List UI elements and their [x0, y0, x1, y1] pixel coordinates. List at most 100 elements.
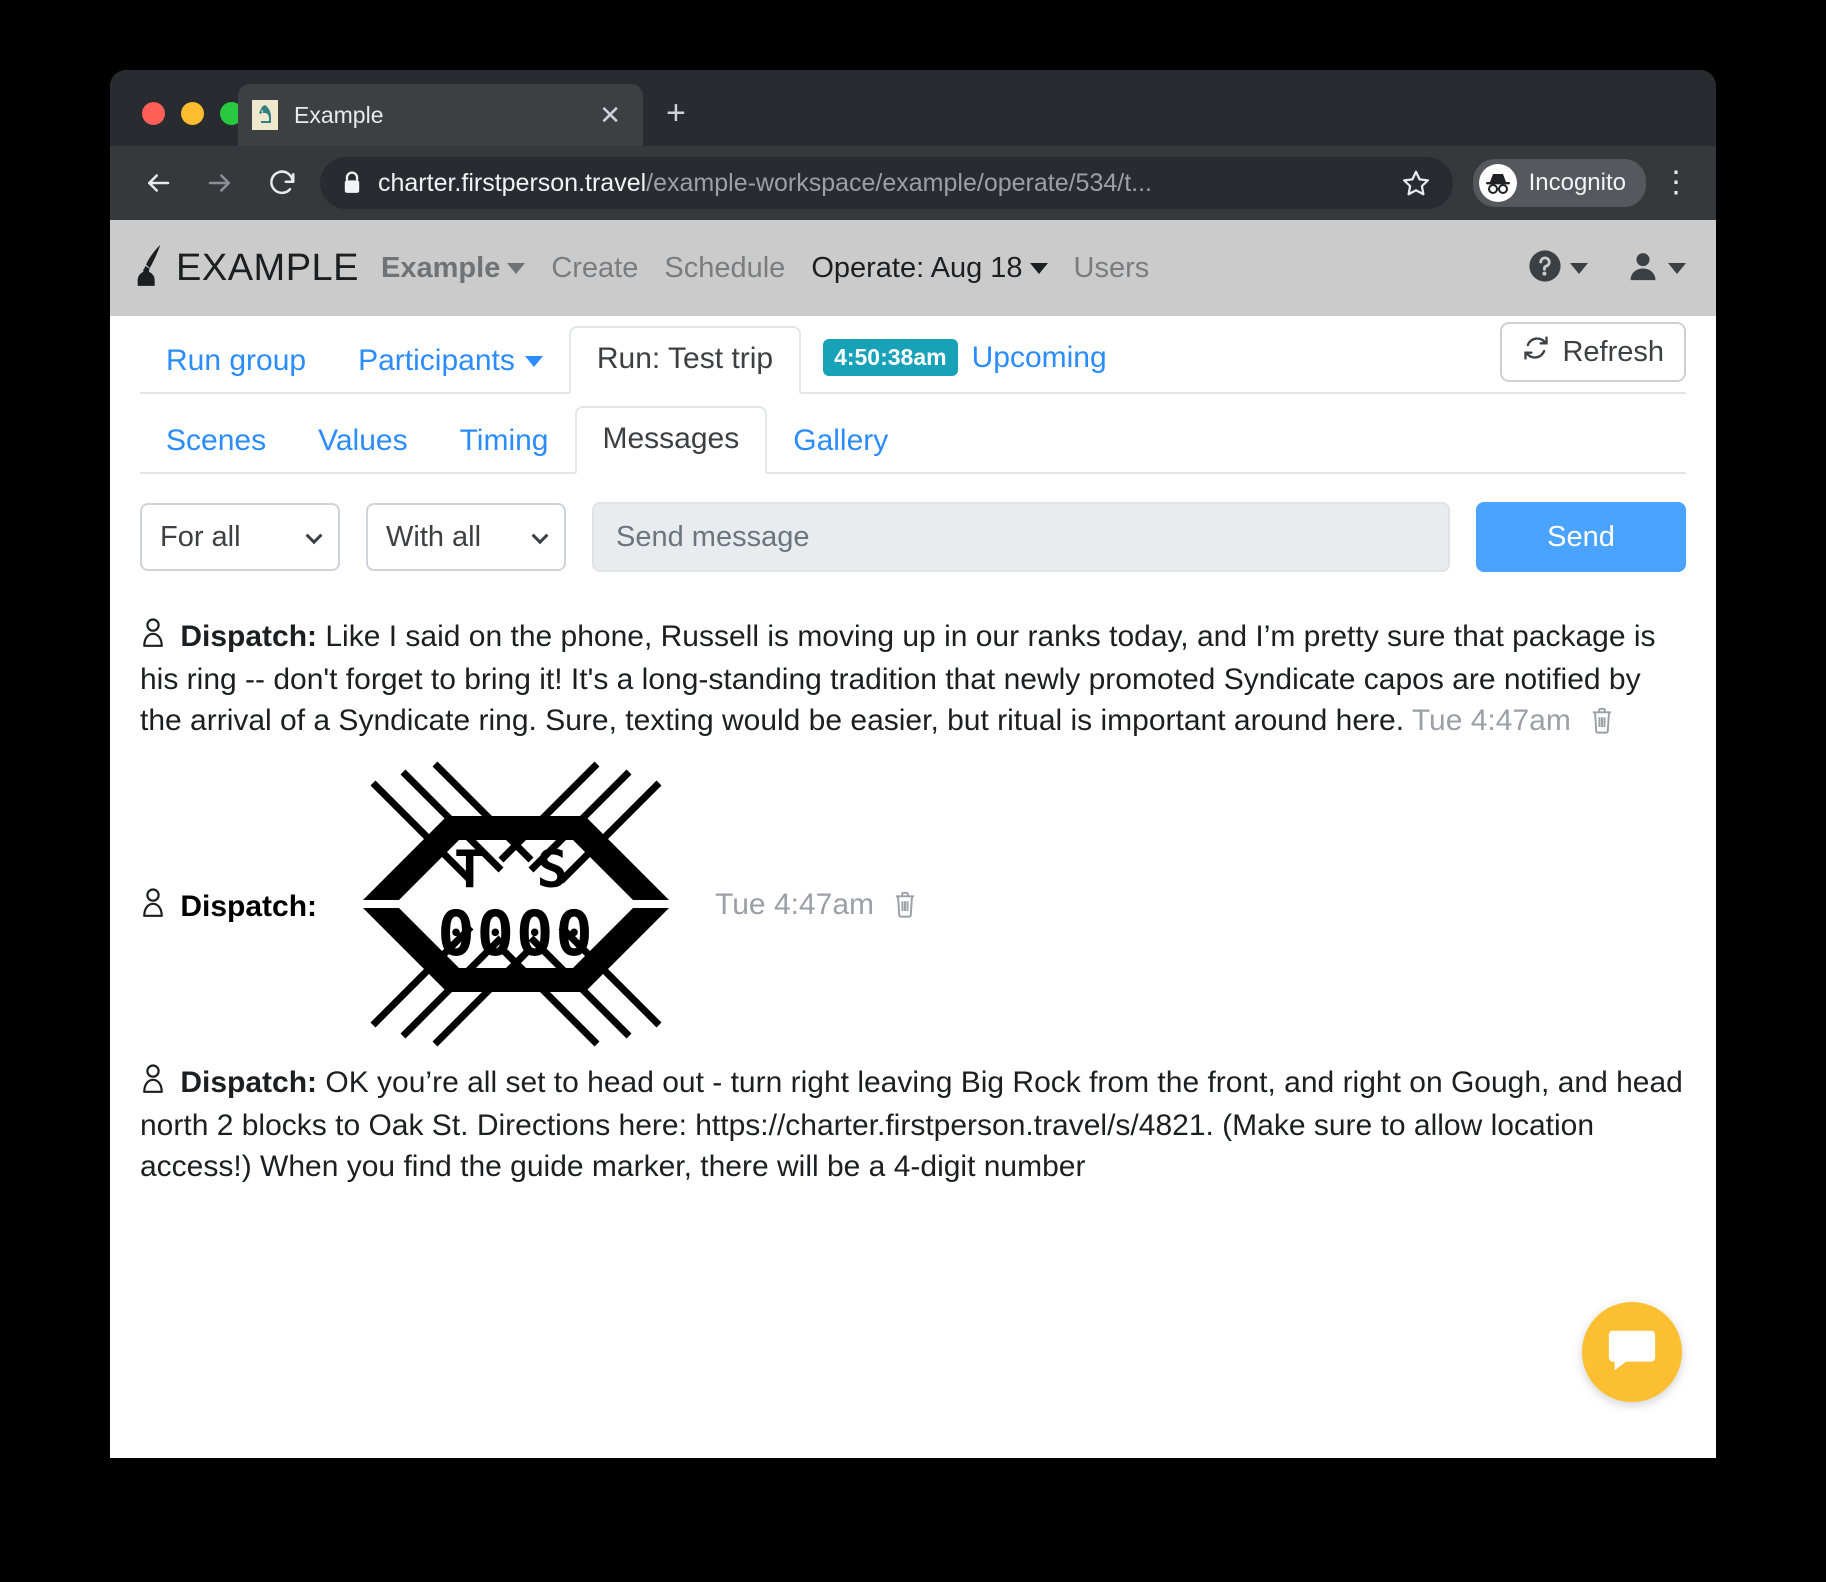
person-icon — [140, 888, 174, 925]
incognito-hat-icon — [1478, 164, 1517, 202]
message-sender: Dispatch: — [180, 889, 318, 923]
channel-select[interactable]: With all — [366, 503, 566, 571]
kebab-menu-icon[interactable]: ⋮ — [1660, 168, 1692, 198]
address-bar[interactable]: charter.firstperson.travel/example-works… — [320, 157, 1453, 209]
bookmark-star-icon[interactable] — [1401, 168, 1431, 198]
tab-gallery[interactable]: Gallery — [767, 410, 914, 474]
tab-run-test-trip[interactable]: Run: Test trip — [568, 326, 802, 394]
chat-bubble-icon — [1605, 1323, 1659, 1382]
trash-icon[interactable] — [892, 891, 918, 925]
audience-select-value: For all — [160, 520, 241, 553]
incognito-indicator[interactable]: Incognito — [1472, 159, 1646, 207]
tab-timing[interactable]: Timing — [434, 410, 575, 474]
chevron-down-icon — [1668, 262, 1686, 274]
arrow-left-icon[interactable] — [134, 159, 182, 207]
nav-item-operate[interactable]: Operate: Aug 18 — [811, 251, 1048, 285]
arrow-right-icon[interactable] — [196, 159, 244, 207]
screen: Example ✕ + charter.firstperson.travel/e… — [0, 0, 1826, 1582]
tab-label: Scenes — [166, 424, 267, 457]
window-controls — [142, 102, 243, 125]
chevron-down-icon — [507, 262, 526, 274]
browser-window: Example ✕ + charter.firstperson.travel/e… — [110, 70, 1716, 1458]
nav-item-label: Example — [381, 251, 501, 284]
message-sender: Dispatch: — [180, 1066, 318, 1100]
tab-label: Run: Test trip — [596, 342, 774, 375]
chat-launcher-button[interactable] — [1582, 1302, 1682, 1402]
chevron-down-icon — [1029, 262, 1048, 274]
refresh-button[interactable]: Refresh — [1500, 322, 1686, 382]
account-menu-button[interactable] — [1626, 249, 1686, 288]
tab-messages[interactable]: Messages — [574, 406, 768, 474]
browser-tab-strip: Example ✕ + — [110, 70, 1716, 146]
browser-tab-title: Example — [294, 101, 384, 128]
reload-icon[interactable] — [258, 159, 306, 207]
message-item: Dispatch: OK you’re all set to head out … — [140, 1062, 1686, 1187]
nav-item-schedule[interactable]: Schedule — [664, 252, 785, 285]
tab-label: Gallery — [793, 424, 889, 457]
person-icon — [140, 1064, 174, 1101]
new-tab-button[interactable]: + — [666, 96, 686, 130]
tab-label: Timing — [459, 424, 549, 457]
tab-participants[interactable]: Participants — [332, 330, 569, 394]
nav-item-label: Create — [551, 251, 639, 284]
message-composer: For all With all Send — [110, 474, 1716, 598]
chevron-down-icon — [305, 527, 323, 545]
app-logo[interactable]: EXAMPLE — [132, 243, 359, 294]
web-page: EXAMPLE Example Create Schedule Operate:… — [110, 220, 1716, 1458]
nav-item-example[interactable]: Example — [381, 251, 526, 285]
quill-inkwell-icon — [132, 243, 166, 294]
person-icon — [140, 618, 174, 655]
trash-icon[interactable] — [1589, 708, 1615, 741]
url-host: charter.firstperson.travel — [378, 168, 647, 197]
lock-icon — [342, 171, 362, 195]
help-circle-icon — [1528, 249, 1562, 288]
run-status: 4:50:38am Upcoming — [801, 325, 1127, 392]
chevron-down-icon — [524, 355, 543, 367]
emblem-initials: T S — [454, 840, 578, 900]
run-time-badge: 4:50:38am — [823, 339, 958, 376]
help-menu-button[interactable] — [1528, 249, 1588, 288]
incognito-label: Incognito — [1528, 169, 1626, 196]
primary-tabs: Run group Participants Run: Test trip 4:… — [140, 316, 1686, 394]
message-sender: Dispatch: — [180, 620, 318, 653]
status-badge: Upcoming — [971, 340, 1107, 374]
tab-label: Run group — [166, 344, 307, 377]
message-item: Dispatch: Like I said on the phone, Russ… — [140, 616, 1686, 745]
nav-item-users[interactable]: Users — [1074, 252, 1150, 285]
close-window-button[interactable] — [142, 102, 165, 125]
messages-list: Dispatch: Like I said on the phone, Russ… — [110, 598, 1716, 1188]
nav-item-label: Users — [1073, 251, 1150, 284]
browser-tab[interactable]: Example ✕ — [238, 84, 643, 146]
message-text: OK you’re all set to head out - turn rig… — [140, 1066, 1683, 1184]
channel-select-value: With all — [386, 520, 482, 553]
navbar-right — [1528, 249, 1686, 288]
nav-item-create[interactable]: Create — [551, 252, 638, 285]
tab-label: Messages — [602, 422, 740, 455]
brand-name: EXAMPLE — [176, 246, 360, 289]
tab-values[interactable]: Values — [292, 410, 434, 474]
tab-scenes[interactable]: Scenes — [140, 410, 292, 474]
message-body-line: Dispatch: OK you’re all set to head out … — [140, 1062, 1686, 1187]
minimize-window-button[interactable] — [181, 102, 204, 125]
message-meta: Tue 4:47am — [715, 888, 918, 926]
message-input[interactable] — [592, 502, 1450, 572]
close-icon[interactable]: ✕ — [591, 98, 629, 132]
address-bar-url: charter.firstperson.travel/example-works… — [378, 169, 1387, 198]
tabs-container: Run group Participants Run: Test trip 4:… — [110, 316, 1716, 474]
message-item-image: Dispatch: T S 0000 Tue 4:47am — [140, 759, 1686, 1054]
tab-label: Participants — [358, 344, 515, 377]
nav-item-label: Operate: Aug 18 — [811, 251, 1023, 284]
message-sender-wrap: Dispatch: — [140, 888, 317, 926]
url-path: /example-workspace/example/operate/534/t… — [646, 168, 1152, 197]
chess-knight-icon — [252, 100, 278, 130]
audience-select[interactable]: For all — [140, 503, 340, 571]
tab-run-group[interactable]: Run group — [140, 330, 332, 394]
chevron-down-icon — [1570, 262, 1588, 274]
refresh-label: Refresh — [1562, 335, 1664, 368]
send-button[interactable]: Send — [1476, 502, 1686, 572]
chevron-down-icon — [531, 527, 549, 545]
message-timestamp: Tue 4:47am — [715, 887, 875, 921]
tab-label: Values — [318, 424, 408, 457]
syndicate-ring-emblem-image[interactable]: T S 0000 — [351, 759, 681, 1054]
browser-toolbar: charter.firstperson.travel/example-works… — [110, 146, 1716, 220]
